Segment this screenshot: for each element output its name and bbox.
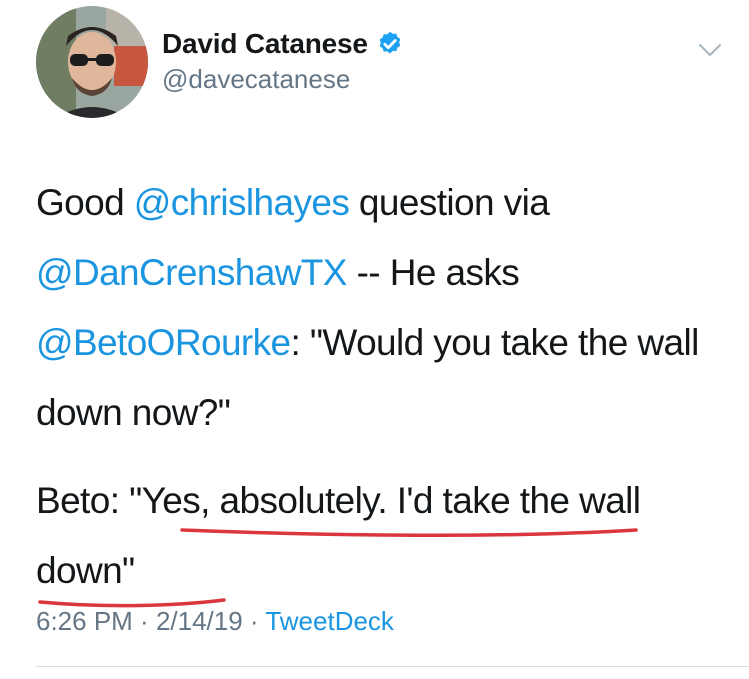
avatar-image xyxy=(36,6,148,118)
mention-link-betoorourke[interactable]: @BetoORourke xyxy=(36,322,291,363)
name-row: David Catanese xyxy=(162,28,404,60)
tweet-text-segment: question via xyxy=(349,182,550,223)
tweet-client-link[interactable]: TweetDeck xyxy=(265,606,394,636)
verified-badge-icon xyxy=(379,31,401,54)
author-handle[interactable]: @davecatanese xyxy=(162,64,404,95)
tweet-text-segment: -- He asks xyxy=(346,252,520,293)
tweet-text: Good @chrislhayes question via @DanCrens… xyxy=(36,168,726,608)
tweet-metadata: 6:26 PM · 2/14/19 · TweetDeck xyxy=(36,606,394,637)
avatar[interactable] xyxy=(36,6,148,118)
mention-link-dancrenshawtx[interactable]: @DanCrenshawTX xyxy=(36,252,347,293)
author-block: David Catanese @davecatanese xyxy=(162,28,404,95)
mention-link-chrislhayes[interactable]: @chrislhayes xyxy=(134,182,350,223)
tweet-date[interactable]: 2/14/19 xyxy=(156,606,243,636)
meta-separator: · xyxy=(242,606,266,636)
tweet-text-segment: Good xyxy=(36,182,134,223)
tweet-header: David Catanese @davecatanese xyxy=(36,6,726,122)
author-name[interactable]: David Catanese xyxy=(162,28,368,60)
divider xyxy=(36,666,749,667)
tweet-paragraph-2: Beto: "Yes, absolutely. I'd take the wal… xyxy=(36,466,726,608)
meta-separator: · xyxy=(132,606,156,636)
tweet-paragraph-1: Good @chrislhayes question via @DanCrens… xyxy=(36,168,726,448)
tweet-time[interactable]: 6:26 PM xyxy=(36,606,133,636)
tweet-quote-text: Beto: "Yes, absolutely. I'd take the wal… xyxy=(36,480,641,591)
chevron-down-icon[interactable] xyxy=(694,36,726,64)
